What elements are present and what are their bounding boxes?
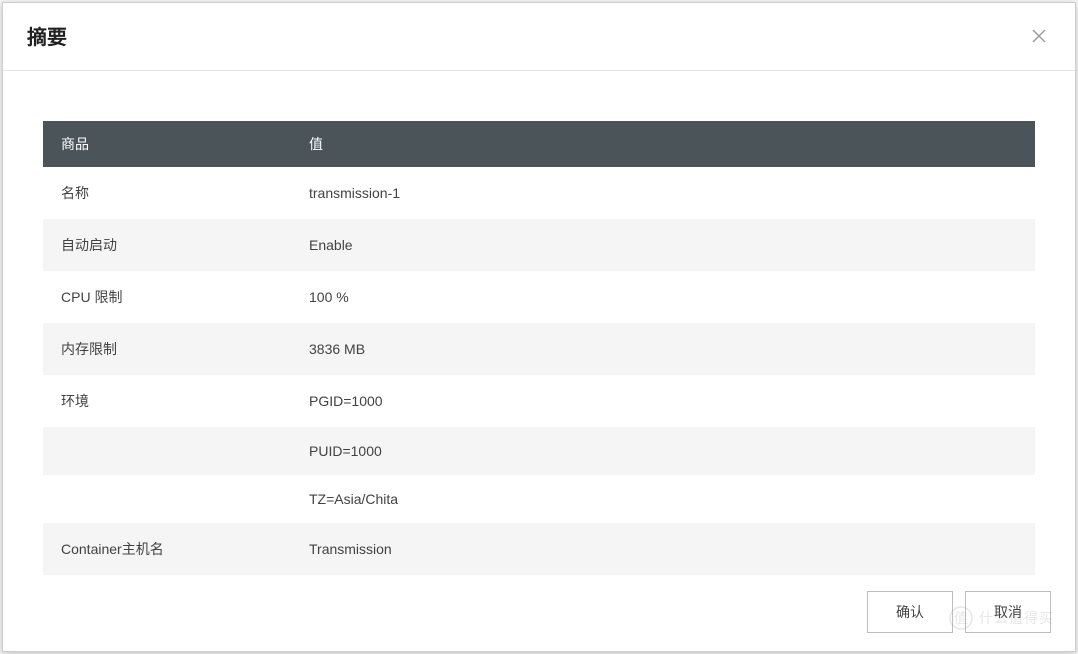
table-row: TZ=Asia/Chita [43,475,1035,523]
row-value: 100 % [291,271,1035,323]
modal-header: 摘要 [3,3,1075,71]
modal-title: 摘要 [27,21,67,50]
close-button[interactable] [1027,24,1051,48]
table-row: 自动启动 Enable [43,219,1035,271]
row-value: Transmission [291,523,1035,575]
row-property [43,475,291,523]
row-property: 内存限制 [43,323,291,375]
table-row: Container主机名 Transmission [43,523,1035,575]
modal-footer: 确认 取消 [3,577,1075,651]
row-property: Container主机名 [43,523,291,575]
table-row: PUID=1000 [43,427,1035,475]
table-row: 内存限制 3836 MB [43,323,1035,375]
row-property: 自动启动 [43,219,291,271]
row-value: TZ=Asia/Chita [291,475,1035,523]
modal-body[interactable]: 商品 值 名称 transmission-1 自动启动 Enable CPU 限… [3,71,1075,577]
row-value: PGID=1000 [291,375,1035,427]
table-header-row: 商品 值 [43,121,1035,167]
row-value: PUID=1000 [291,427,1035,475]
table-row: CPU 限制 100 % [43,271,1035,323]
table-row: 环境 PGID=1000 [43,375,1035,427]
header-property: 商品 [43,121,291,167]
row-value: Enable [291,219,1035,271]
row-property: 名称 [43,167,291,219]
close-icon [1031,28,1047,44]
header-value: 值 [291,121,1035,167]
row-property [43,427,291,475]
row-value: 3836 MB [291,323,1035,375]
row-property: 环境 [43,375,291,427]
row-property: CPU 限制 [43,271,291,323]
confirm-button[interactable]: 确认 [867,591,953,633]
table-row: 名称 transmission-1 [43,167,1035,219]
summary-modal: 摘要 商品 值 名称 transmission-1 自动启动 [2,2,1076,652]
cancel-button[interactable]: 取消 [965,591,1051,633]
row-value: transmission-1 [291,167,1035,219]
summary-table: 商品 值 名称 transmission-1 自动启动 Enable CPU 限… [43,121,1035,575]
